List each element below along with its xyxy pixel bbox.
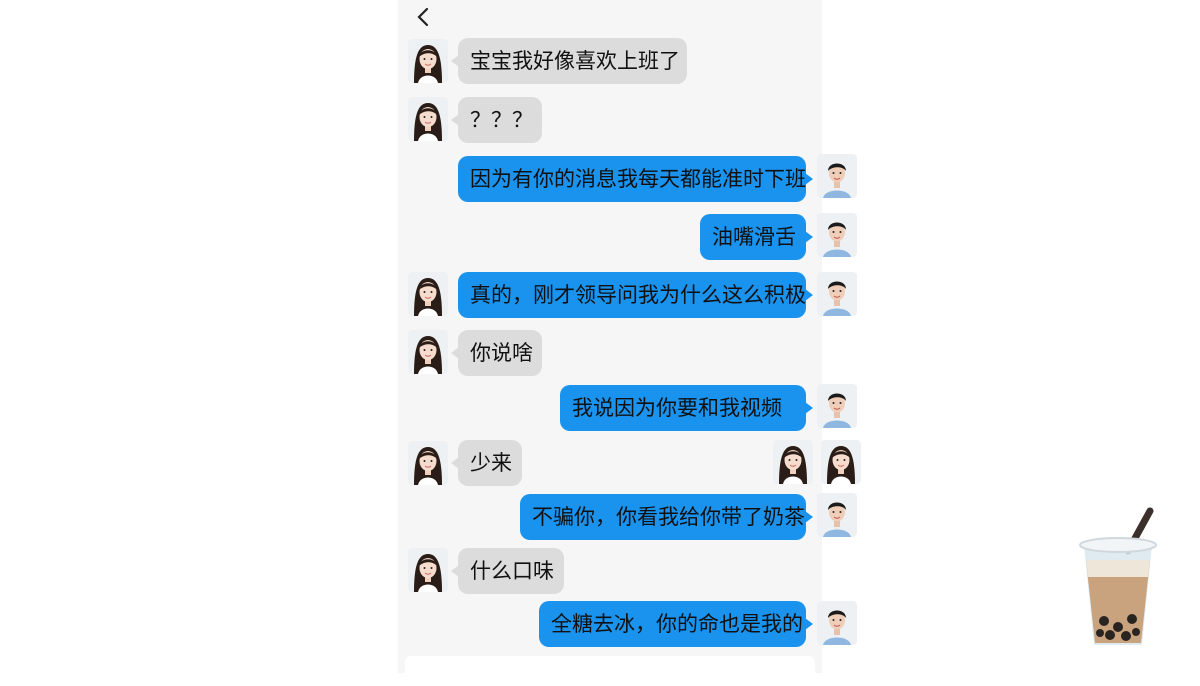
message-bubble-outgoing: 真的，刚才领导问我为什么这么积极 [458, 272, 813, 318]
back-button[interactable] [414, 6, 434, 28]
message-bubble-incoming: 你说啥 [451, 330, 542, 376]
message-bubble-incoming: 少来 [451, 440, 522, 486]
her-avatar[interactable] [408, 330, 448, 374]
her-avatar[interactable] [821, 440, 861, 484]
message-input-bar[interactable] [405, 656, 815, 686]
her-avatar[interactable] [408, 97, 448, 141]
my-avatar[interactable] [817, 601, 857, 645]
bubble-tea-icon [1079, 507, 1157, 645]
message-bubble-incoming: 宝宝我好像喜欢上班了 [451, 38, 687, 84]
my-avatar[interactable] [817, 384, 857, 428]
my-avatar[interactable] [817, 213, 857, 257]
message-bubble-incoming: ？？？ [451, 97, 542, 143]
her-avatar[interactable] [408, 39, 448, 83]
her-avatar[interactable] [408, 548, 448, 592]
message-bubble-outgoing: 全糖去冰，你的命也是我的 [539, 601, 813, 647]
message-bubble-outgoing: 油嘴滑舌 [700, 214, 813, 260]
her-avatar[interactable] [408, 441, 448, 485]
chevron-left-icon [417, 7, 429, 27]
my-avatar[interactable] [817, 493, 857, 537]
my-avatar[interactable] [817, 154, 857, 198]
her-avatar[interactable] [773, 440, 813, 484]
message-bubble-outgoing: 我说因为你要和我视频 [560, 385, 813, 431]
message-bubble-outgoing: 因为有你的消息我每天都能准时下班 [458, 156, 813, 202]
her-avatar[interactable] [408, 272, 448, 316]
message-bubble-outgoing: 不骗你，你看我给你带了奶茶 [520, 494, 813, 540]
my-avatar[interactable] [817, 272, 857, 316]
message-bubble-incoming: 什么口味 [451, 548, 564, 594]
